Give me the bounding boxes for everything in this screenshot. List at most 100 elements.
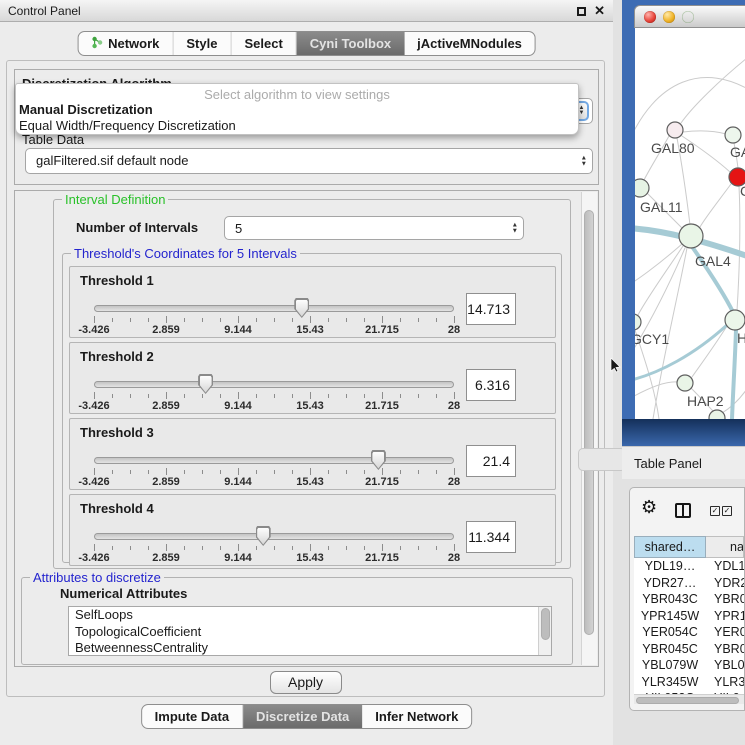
threshold-value-field[interactable]: 14.713 xyxy=(466,293,516,325)
apply-button[interactable]: Apply xyxy=(270,671,342,694)
threshold-value-field[interactable]: 6.316 xyxy=(466,369,516,401)
threshold-slider-thumb[interactable] xyxy=(256,526,271,546)
cell-name: YLR3 xyxy=(706,674,744,691)
network-canvas[interactable]: GAL80GACGAL11GAL4HGCY1HAP2 xyxy=(635,28,745,419)
network-node-gcy1[interactable] xyxy=(635,314,641,330)
threshold-label: Threshold 2 xyxy=(80,349,154,364)
tick-label: 9.144 xyxy=(224,324,252,336)
tick-mark xyxy=(202,394,203,398)
tick-mark xyxy=(382,316,383,323)
spinner-icon[interactable]: ▲▼ xyxy=(581,156,587,167)
checkbox-icon[interactable]: ✓ xyxy=(710,506,720,516)
table-row[interactable]: YDR27…YDR2 xyxy=(634,575,744,592)
spinner-icon[interactable]: ▲▼ xyxy=(512,223,518,234)
table-row[interactable]: YBR045CYBR0 xyxy=(634,641,744,658)
tick-label: 15.43 xyxy=(296,476,324,488)
tick-label: -3.426 xyxy=(78,476,109,488)
tick-mark xyxy=(454,392,455,399)
tick-label: 28 xyxy=(448,552,460,564)
table-row[interactable]: YPR145WYPR1 xyxy=(634,608,744,625)
network-node-hap2[interactable] xyxy=(677,375,693,391)
float-window-icon[interactable] xyxy=(577,7,586,16)
attributes-list-scrollbar-thumb[interactable] xyxy=(541,608,550,640)
threshold-slider-thumb[interactable] xyxy=(294,298,309,318)
threshold-slider-thumb[interactable] xyxy=(371,450,386,470)
tick-mark xyxy=(436,394,437,398)
node-label: H xyxy=(737,330,745,346)
threshold-slider-track[interactable] xyxy=(94,457,454,464)
settings-scrollbar-thumb[interactable] xyxy=(584,210,594,635)
table-data-combobox[interactable]: galFiltered.sif default node ▲▼ xyxy=(25,148,593,174)
table-row[interactable]: YLR345WYLR3 xyxy=(634,674,744,691)
close-icon[interactable]: ✕ xyxy=(594,3,605,19)
tick-mark xyxy=(256,546,257,550)
table-row[interactable]: YBL079WYBL0 xyxy=(634,657,744,674)
table-horizontal-scrollbar[interactable] xyxy=(634,694,744,704)
tab-label: Discretize Data xyxy=(256,709,349,724)
gear-icon[interactable]: ⚙ xyxy=(641,497,657,518)
tick-mark xyxy=(310,316,311,323)
tab-network[interactable]: Network xyxy=(78,32,173,55)
table-row[interactable]: YBR043CYBR0 xyxy=(634,591,744,608)
control-panel: Control Panel ✕ NetworkStyle Select Cyni T… xyxy=(0,0,613,745)
tab-infer-network[interactable]: Infer Network xyxy=(362,705,471,728)
checkbox-icon[interactable]: ✓ xyxy=(722,506,732,516)
list-item-selfloops[interactable]: SelfLoops xyxy=(69,607,551,624)
tab-impute-data[interactable]: Impute Data xyxy=(142,705,243,728)
tab-style[interactable]: Style xyxy=(173,32,231,55)
control-panel-title: Control Panel xyxy=(8,4,81,18)
threshold-value-field[interactable]: 11.344 xyxy=(466,521,516,553)
threshold-value-field[interactable]: 21.4 xyxy=(466,445,516,477)
cell-shared-name: YBR045C xyxy=(634,641,706,658)
close-traffic-light-icon[interactable] xyxy=(644,11,656,23)
network-node-ga[interactable] xyxy=(725,127,741,143)
network-node-gal80[interactable] xyxy=(667,122,683,138)
column-header-name[interactable]: na xyxy=(706,536,744,558)
network-icon xyxy=(91,36,103,52)
split-view-icon[interactable] xyxy=(675,503,691,518)
panel-splitter-handle[interactable] xyxy=(578,448,626,471)
network-window: GAL80GACGAL11GAL4HGCY1HAP2 xyxy=(622,0,745,446)
num-intervals-combobox[interactable]: 5 ▲▼ xyxy=(224,216,524,240)
tick-label: 28 xyxy=(448,476,460,488)
table-row[interactable]: YER054CYER0 xyxy=(634,624,744,641)
list-item-betweennesscentrality[interactable]: BetweennessCentrality xyxy=(69,640,551,656)
tab-label: Select xyxy=(244,36,282,51)
network-node-gal11[interactable] xyxy=(635,179,649,197)
network-node-h[interactable] xyxy=(725,310,745,330)
dropdown-item-manual-discretization[interactable]: Manual Discretization xyxy=(16,102,578,118)
threshold-slider-track[interactable] xyxy=(94,381,454,388)
cell-name: YBL0 xyxy=(706,657,744,674)
tick-mark xyxy=(364,470,365,474)
tab-cyni-toolbox[interactable]: Cyni Toolbox xyxy=(297,32,404,55)
network-node-gal4[interactable] xyxy=(679,224,703,248)
column-header-shared-name[interactable]: shared… xyxy=(634,536,706,558)
settings-vertical-scrollbar[interactable] xyxy=(581,192,597,665)
tab-jactivemnodules[interactable]: jActiveMNodules xyxy=(404,32,535,55)
list-item-topologicalcoefficient[interactable]: TopologicalCoefficient xyxy=(69,624,551,641)
threshold-label: Threshold 4 xyxy=(80,501,154,516)
tick-mark xyxy=(382,468,383,475)
tick-label: 21.715 xyxy=(365,400,399,412)
tick-mark xyxy=(364,546,365,550)
tab-select[interactable]: Select xyxy=(231,32,296,55)
network-node[interactable] xyxy=(709,410,725,419)
dropdown-item-equal-width-frequency[interactable]: Equal Width/Frequency Discretization xyxy=(16,118,578,134)
network-window-titlebar xyxy=(634,5,745,28)
tick-mark xyxy=(418,394,419,398)
numerical-attributes-list[interactable]: SelfLoopsTopologicalCoefficientBetweenne… xyxy=(68,606,552,656)
table-scrollbar-thumb[interactable] xyxy=(636,697,739,704)
tab-discretize-data[interactable]: Discretize Data xyxy=(243,705,362,728)
network-edge xyxy=(732,330,736,419)
tick-mark xyxy=(94,468,95,475)
table-row[interactable]: YDL19…YDL1 xyxy=(634,558,744,575)
threshold-slider-track[interactable] xyxy=(94,305,454,312)
mouse-cursor xyxy=(610,358,621,373)
minimize-traffic-light-icon[interactable] xyxy=(663,11,675,23)
tick-mark xyxy=(292,318,293,322)
attributes-list-scrollbar[interactable] xyxy=(538,607,551,655)
threshold-slider-thumb[interactable] xyxy=(198,374,213,394)
zoom-traffic-light-icon[interactable] xyxy=(682,11,694,23)
tick-label: -3.426 xyxy=(78,552,109,564)
threshold-slider-track[interactable] xyxy=(94,533,454,540)
